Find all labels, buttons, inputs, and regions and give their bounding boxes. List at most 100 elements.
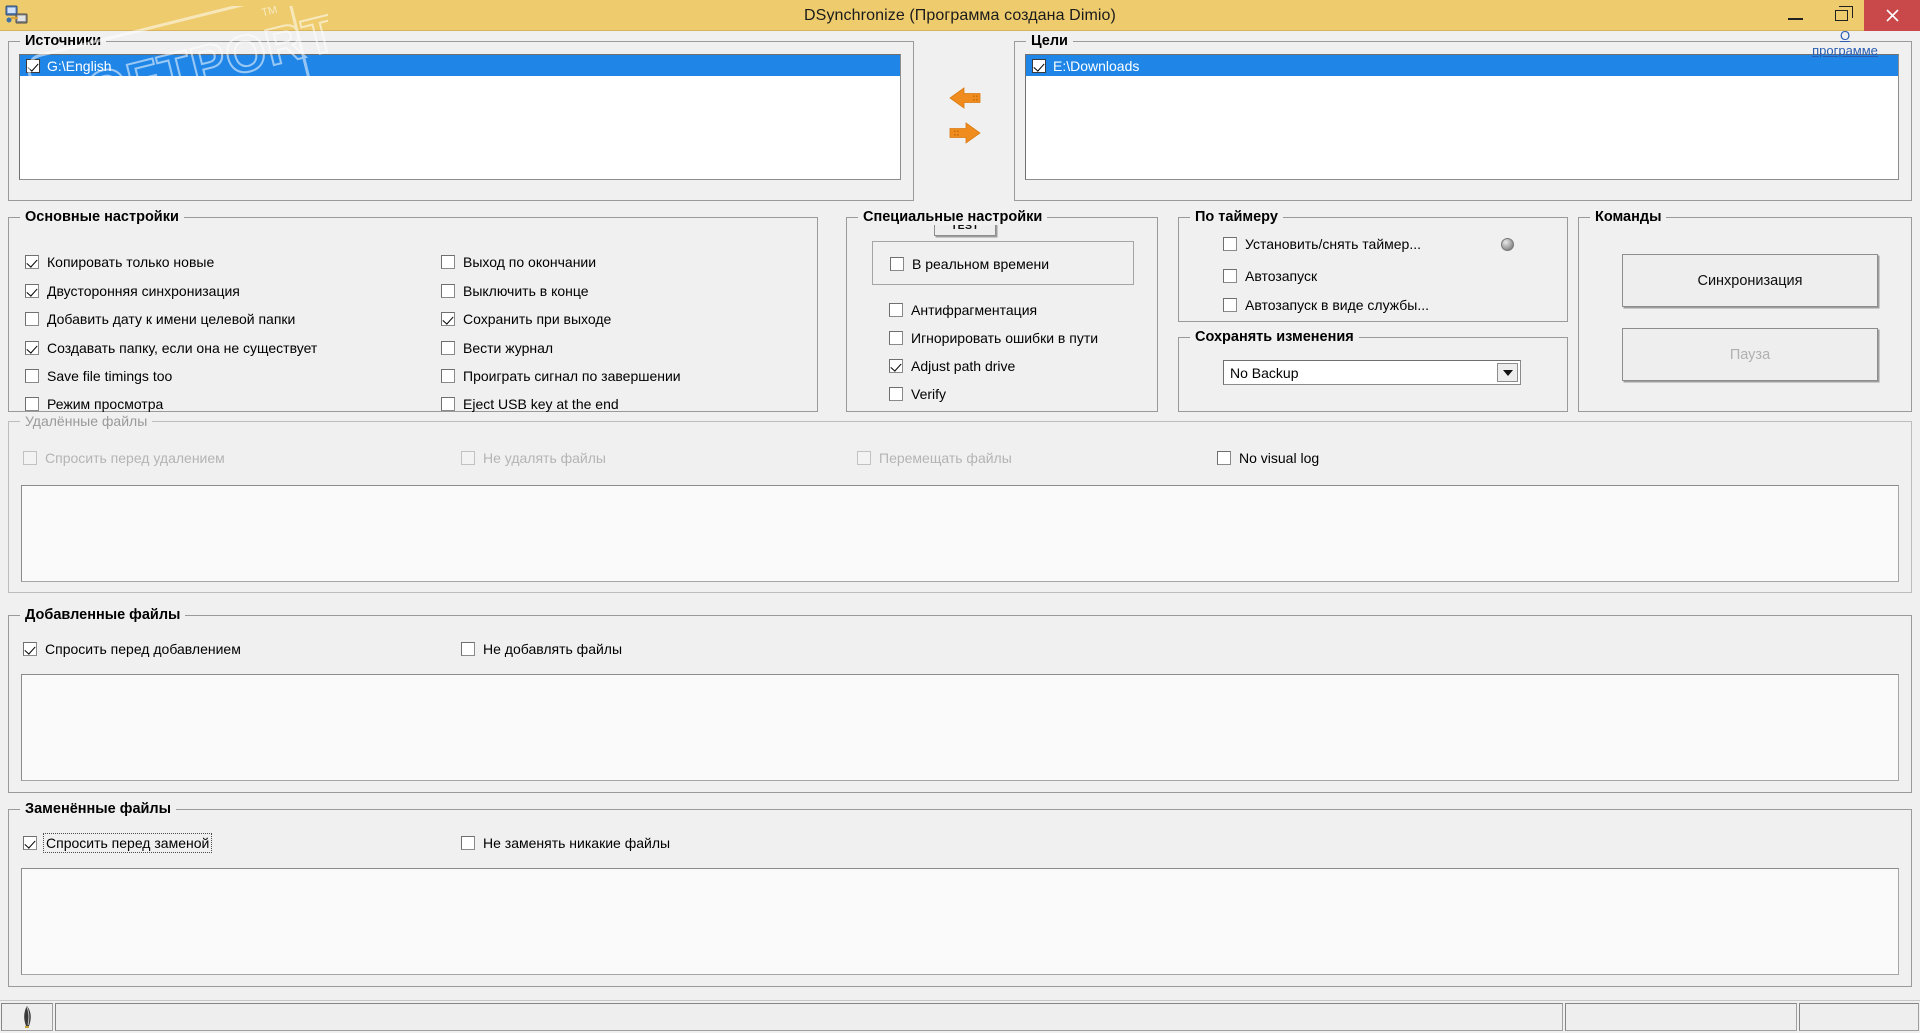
source-item-label: G:\English [47,57,112,74]
checkbox-create-folder-if-missing[interactable]: Создавать папку, если она не существует [25,340,317,356]
checkbox-label: Перемещать файлы [879,450,1012,466]
timer-legend: По таймеру [1190,209,1283,225]
checkbox-shutdown-at-end[interactable]: Выключить в конце [441,283,589,299]
checkbox-antifragmentation[interactable]: Антифрагментация [889,302,1037,318]
checkbox-realtime[interactable]: В реальном времени [890,256,1049,272]
target-item-checkbox[interactable] [1032,58,1046,73]
close-button[interactable] [1864,0,1920,31]
checkbox-box[interactable] [441,397,455,411]
checkbox-box[interactable] [889,303,903,317]
checkbox-box[interactable] [441,284,455,298]
checkbox-adjust-path-drive[interactable]: Adjust path drive [889,358,1015,374]
synchronize-button[interactable]: Синхронизация [1622,254,1878,307]
checkbox-preview-mode[interactable]: Режим просмотра [25,396,163,412]
checkbox-box[interactable] [25,397,39,411]
checkbox-label: Спросить перед удалением [45,450,225,466]
checkbox-box[interactable] [1223,237,1237,251]
checkbox-box[interactable] [890,257,904,271]
clock-icon[interactable] [1501,238,1514,251]
source-item-checkbox[interactable] [26,58,40,73]
checkbox-label: Вести журнал [463,340,554,356]
arrow-right-icon[interactable] [948,121,982,147]
arrow-left-icon[interactable] [948,86,982,112]
checkbox-box[interactable] [23,836,37,850]
checkbox-label: Антифрагментация [911,302,1038,318]
checkbox-box[interactable] [25,312,39,326]
checkbox-label: Проиграть сигнал по завершении [463,368,681,384]
added-files-group: Добавленные файлы Спросить перед добавле… [8,607,1912,793]
checkbox-box [461,451,475,465]
checkbox-box[interactable] [23,642,37,656]
checkbox-do-not-add-files[interactable]: Не добавлять файлы [461,641,622,657]
checkbox-play-sound-on-completion[interactable]: Проиграть сигнал по завершении [441,368,681,384]
checkbox-label: Выключить в конце [463,283,589,299]
checkbox-save-file-timings[interactable]: Save file timings too [25,368,172,384]
checkbox-box[interactable] [25,369,39,383]
minimize-button[interactable] [1772,0,1818,31]
sources-listbox[interactable]: G:\English [19,54,901,180]
checkbox-box[interactable] [25,284,39,298]
checkbox-ask-before-replace[interactable]: Спросить перед заменой [23,833,213,853]
checkbox-set-unset-timer[interactable]: Установить/снять таймер... [1223,236,1421,252]
checkbox-label: Сохранить при выходе [463,311,612,327]
checkbox-label: Двусторонняя синхронизация [47,283,240,299]
checkbox-exit-when-done[interactable]: Выход по окончании [441,254,596,270]
checkbox-ask-before-add[interactable]: Спросить перед добавлением [23,641,241,657]
replaced-files-log-pane[interactable] [21,868,1899,975]
checkbox-eject-usb-at-end[interactable]: Eject USB key at the end [441,396,619,412]
commands-group: Команды Синхронизация Пауза [1578,209,1912,412]
checkbox-label: Спросить перед заменой [42,833,213,853]
backup-select-value: No Backup [1230,364,1299,381]
checkbox-label: Не удалять файлы [483,450,606,466]
checkbox-box[interactable] [441,312,455,326]
checkbox-box[interactable] [1217,451,1231,465]
checkbox-box[interactable] [25,341,39,355]
checkbox-box[interactable] [25,255,39,269]
checkbox-verify[interactable]: Verify [889,386,946,402]
deleted-files-log-pane[interactable] [21,485,1899,582]
checkbox-box[interactable] [461,836,475,850]
list-item[interactable]: G:\English [20,55,900,76]
special-settings-group: Специальные настройки В реальном времени… [846,209,1158,412]
backup-group: Сохранять изменения No Backup [1178,329,1568,412]
chevron-down-icon[interactable] [1497,363,1518,382]
window-title: DSynchronize (Программа создана Dimio) [804,7,1116,24]
checkbox-box[interactable] [889,359,903,373]
backup-legend: Сохранять изменения [1190,329,1359,345]
status-cell-2 [1565,1003,1797,1031]
replaced-files-group: Заменённые файлы Спросить перед заменой … [8,801,1912,987]
checkbox-autostart[interactable]: Автозапуск [1223,268,1317,284]
backup-select[interactable]: No Backup [1223,360,1521,385]
main-settings-legend: Основные настройки [20,209,184,225]
list-item[interactable]: E:\Downloads [1026,55,1898,76]
checkbox-two-way-sync[interactable]: Двусторонняя синхронизация [25,283,240,299]
pause-button[interactable]: Пауза [1622,328,1878,381]
checkbox-do-not-replace-files[interactable]: Не заменять никакие файлы [461,835,670,851]
checkbox-box[interactable] [1223,298,1237,312]
checkbox-box[interactable] [441,369,455,383]
checkbox-save-on-exit[interactable]: Сохранить при выходе [441,311,611,327]
checkbox-box[interactable] [461,642,475,656]
checkbox-box[interactable] [889,331,903,345]
checkbox-autostart-as-service[interactable]: Автозапуск в виде службы... [1223,297,1429,313]
special-settings-legend: Специальные настройки [858,209,1048,225]
status-cell-3 [1799,1003,1919,1031]
maximize-button[interactable] [1818,0,1864,31]
targets-listbox[interactable]: E:\Downloads [1025,54,1899,180]
checkbox-add-date-to-target-folder[interactable]: Добавить дату к имени целевой папки [25,311,295,327]
checkbox-box[interactable] [889,387,903,401]
added-files-log-pane[interactable] [21,674,1899,781]
checkbox-move-files: Перемещать файлы [857,450,1012,466]
checkbox-label: Eject USB key at the end [463,396,619,412]
checkbox-no-visual-log[interactable]: No visual log [1217,450,1319,466]
status-bar [0,1000,1920,1033]
checkbox-ignore-path-errors[interactable]: Игнорировать ошибки в пути [889,330,1098,346]
about-link[interactable]: О программе [1795,28,1895,58]
checkbox-box[interactable] [1223,269,1237,283]
checkbox-box[interactable] [441,341,455,355]
feather-icon[interactable] [1,1003,53,1031]
checkbox-label: No visual log [1239,450,1320,466]
checkbox-box[interactable] [441,255,455,269]
checkbox-copy-only-new[interactable]: Копировать только новые [25,254,214,270]
checkbox-keep-log[interactable]: Вести журнал [441,340,553,356]
